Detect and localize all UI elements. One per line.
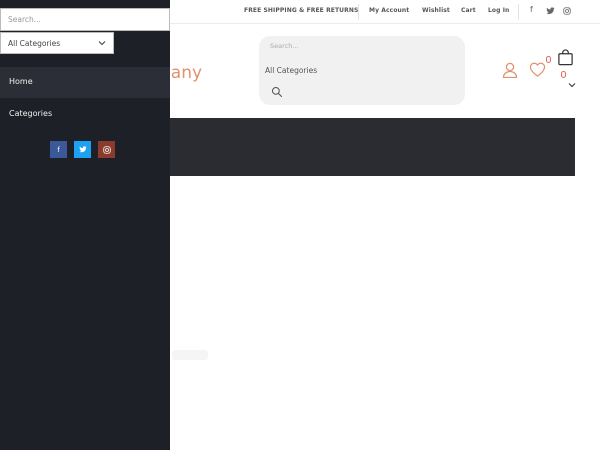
chevron-down-icon — [98, 41, 106, 46]
cart-count-badge — [561, 71, 566, 78]
search-input[interactable]: Search... — [270, 42, 299, 50]
chevron-down-icon[interactable] — [568, 82, 576, 88]
facebook-icon[interactable]: f — [530, 5, 533, 14]
divider — [358, 4, 359, 20]
mobile-menu-sidebar: Search... All Categories Home Categories… — [0, 0, 170, 450]
sidebar-item-categories[interactable]: Categories — [0, 99, 170, 130]
sidebar-search-field[interactable]: Search... — [0, 8, 170, 31]
login-link[interactable]: Log In — [488, 7, 509, 14]
twitter-icon[interactable] — [546, 7, 555, 15]
wishlist-count-badge — [546, 56, 551, 63]
cart-link[interactable]: Cart — [461, 7, 476, 14]
sidebar-item-label: Categories — [9, 109, 53, 118]
sidebar-search-button[interactable] — [114, 32, 170, 54]
wishlist-link[interactable]: Wishlist — [422, 7, 450, 14]
placeholder-text — [172, 350, 208, 360]
sidebar-category-label: All Categories — [8, 39, 61, 48]
my-account-link[interactable]: My Account — [369, 7, 409, 14]
sidebar-search-placeholder: Search... — [8, 15, 41, 24]
search-icon[interactable] — [271, 86, 283, 98]
divider — [518, 4, 519, 20]
header-search: Search... All Categories — [259, 36, 465, 105]
promo-text: FREE SHIPPING & FREE RETURNS — [244, 7, 359, 14]
user-icon[interactable] — [502, 62, 518, 78]
sidebar-item-home[interactable]: Home — [0, 67, 170, 98]
instagram-icon[interactable] — [563, 7, 571, 15]
facebook-icon[interactable]: f — [50, 141, 67, 158]
bag-icon[interactable] — [557, 49, 574, 66]
sidebar-category-select[interactable]: All Categories — [0, 32, 114, 54]
instagram-icon[interactable] — [98, 141, 115, 158]
sidebar-item-label: Home — [9, 77, 33, 86]
twitter-icon[interactable] — [74, 141, 91, 158]
category-select[interactable]: All Categories — [265, 66, 317, 75]
heart-icon[interactable] — [529, 62, 546, 77]
